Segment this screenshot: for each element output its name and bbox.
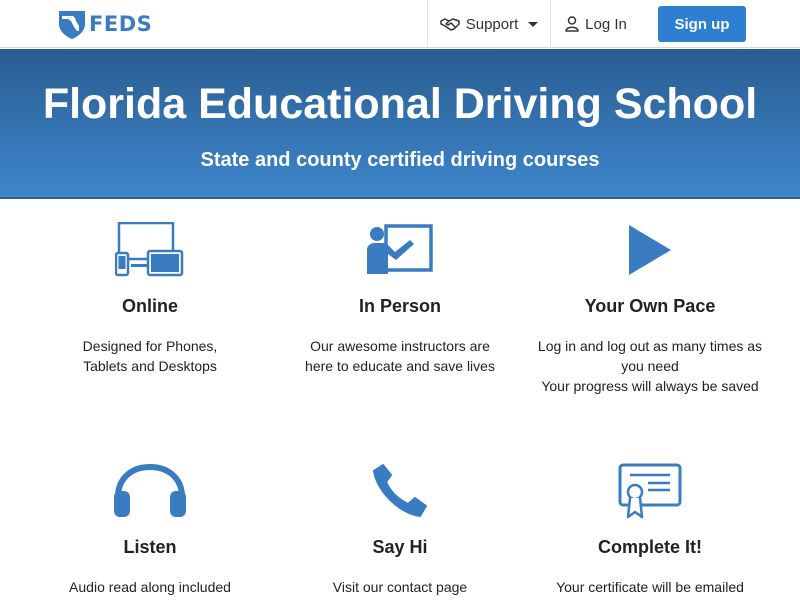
play-icon <box>525 220 775 280</box>
top-navbar: FEDS Support Log In Sign up <box>0 0 800 48</box>
certificate-icon <box>525 461 775 521</box>
brand-name: FEDS <box>89 12 153 36</box>
feature-desc-line: Audio read along included <box>69 579 231 595</box>
signup-button[interactable]: Sign up <box>658 6 746 42</box>
feature-own-pace: Your Own Pace Log in and log out as many… <box>525 220 775 396</box>
feature-complete-it: Complete It! Your certificate will be em… <box>525 461 775 597</box>
feature-desc-line: Designed for Phones, <box>82 338 218 354</box>
feature-say-hi: Say Hi Visit our contact page <box>275 461 525 597</box>
feature-title: Listen <box>123 537 177 557</box>
feature-desc-line: Log in and log out as many times as <box>537 338 763 354</box>
login-link[interactable]: Log In <box>551 0 641 48</box>
hero-subtitle: State and county certified driving cours… <box>200 149 600 171</box>
phone-icon <box>275 461 525 521</box>
brand-logo[interactable]: FEDS <box>57 8 152 40</box>
handshake-icon <box>439 18 460 31</box>
feature-title: Complete It! <box>597 537 702 557</box>
feature-description: Audio read along included <box>25 577 275 597</box>
feature-desc-line: Your certificate will be emailed <box>556 579 744 595</box>
instructor-icon <box>275 220 525 280</box>
feature-desc-line: Your progress will always be saved <box>541 378 759 394</box>
hero-title: Florida Educational Driving School <box>42 80 758 128</box>
support-label: Support <box>465 15 519 33</box>
chevron-down-icon <box>528 21 539 27</box>
feature-title: Say Hi <box>372 537 428 557</box>
florida-shield-icon <box>59 11 85 39</box>
feature-desc-line: Tablets and Desktops <box>83 358 217 374</box>
feature-description: Visit our contact page <box>275 577 525 597</box>
feature-description: Our awesome instructors are here to educ… <box>275 336 525 376</box>
support-menu[interactable]: Support <box>427 0 551 48</box>
login-label: Log In <box>585 15 627 33</box>
feature-title: Your Own Pace <box>584 296 716 316</box>
feature-desc-line: you need <box>621 358 679 374</box>
feature-desc-line: Visit our contact page <box>332 579 468 595</box>
feature-listen: Listen Audio read along included <box>25 461 275 597</box>
feature-desc-line: here to educate and save lives <box>305 358 495 374</box>
headphones-icon <box>25 461 275 521</box>
feature-title: Online <box>121 296 178 316</box>
feature-online: Online Designed for Phones, Tablets and … <box>25 220 275 376</box>
feature-description: Log in and log out as many times as you … <box>525 336 775 396</box>
user-icon <box>565 16 579 32</box>
feature-description: Your certificate will be emailed <box>525 577 775 597</box>
feature-desc-line: Our awesome instructors are <box>310 338 490 354</box>
feature-title: In Person <box>358 296 442 316</box>
hero-banner: Florida Educational Driving School State… <box>0 49 800 199</box>
devices-icon <box>25 220 275 280</box>
feature-in-person: In Person Our awesome instructors are he… <box>275 220 525 376</box>
feature-description: Designed for Phones, Tablets and Desktop… <box>25 336 275 376</box>
